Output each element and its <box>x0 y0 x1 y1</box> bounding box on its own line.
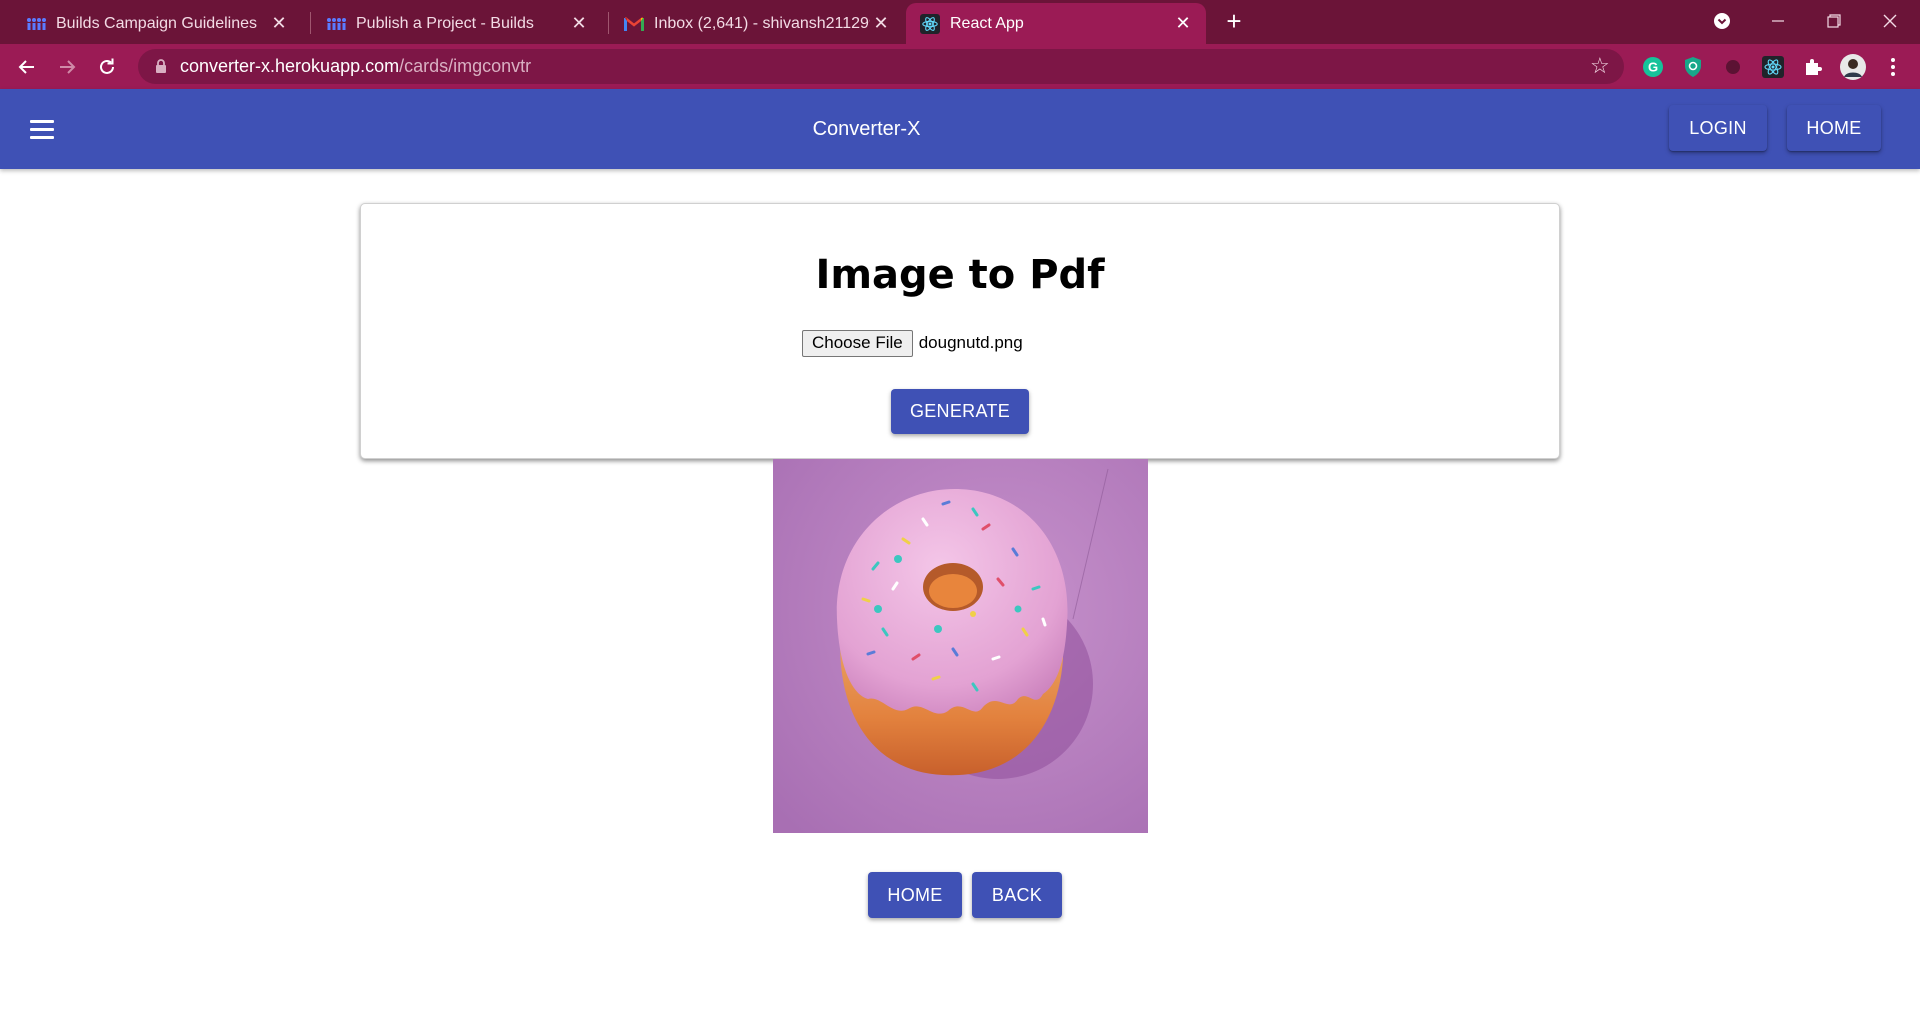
dark-extension-icon[interactable] <box>1720 54 1746 80</box>
close-window-icon[interactable] <box>1870 6 1910 36</box>
app-title: Converter-X <box>812 118 921 140</box>
grammarly-icon[interactable]: G <box>1640 54 1666 80</box>
donut-image <box>773 459 1148 833</box>
tab-title: Inbox (2,641) - shivansh211299@ <box>654 14 870 32</box>
tab-title: Publish a Project - Builds <box>356 14 534 32</box>
svg-text:G: G <box>1648 60 1658 75</box>
browser-tab-react-app[interactable]: React App ✕ <box>906 3 1206 44</box>
back-arrow-icon[interactable] <box>12 52 42 82</box>
browser-tab-publish-project[interactable]: Publish a Project - Builds ✕ <box>300 3 602 44</box>
restore-icon[interactable] <box>1814 6 1854 36</box>
forward-arrow-icon[interactable] <box>52 52 82 82</box>
shield-extension-icon[interactable] <box>1680 54 1706 80</box>
address-bar[interactable]: converter-x.herokuapp.com/cards/imgconvt… <box>138 49 1624 84</box>
image-preview <box>773 459 1148 833</box>
react-icon <box>920 13 940 34</box>
builds-icon <box>26 14 46 34</box>
minimize-icon[interactable] <box>1758 6 1798 36</box>
browser-tab-gmail[interactable]: Inbox (2,641) - shivansh211299@ ✕ <box>598 3 904 44</box>
tab-title: Builds Campaign Guidelines <box>56 14 257 32</box>
browser-toolbar: converter-x.herokuapp.com/cards/imgconvt… <box>0 44 1920 89</box>
choose-file-button[interactable]: Choose File <box>802 329 913 357</box>
builds-icon <box>326 14 346 34</box>
browser-menu-kebab-icon[interactable] <box>1880 54 1906 80</box>
generate-button[interactable]: GENERATE <box>891 389 1029 434</box>
gmail-icon <box>624 14 644 34</box>
new-tab-button[interactable]: + <box>1221 8 1247 35</box>
image-to-pdf-card: Image to Pdf Choose File dougnutd.png GE… <box>360 203 1560 459</box>
home-button[interactable]: HOME <box>868 872 962 918</box>
lock-icon[interactable] <box>152 58 170 76</box>
react-devtools-icon[interactable] <box>1760 54 1786 80</box>
close-tab-icon[interactable]: ✕ <box>268 13 290 35</box>
browser-tab-builds-guidelines[interactable]: Builds Campaign Guidelines ✕ <box>0 3 302 44</box>
url-path: /cards/imgconvtr <box>399 56 532 76</box>
app-bar: Converter-X LOGIN HOME <box>0 89 1920 169</box>
page-title: Image to Pdf <box>815 252 1105 298</box>
tab-title: React App <box>950 14 1024 32</box>
close-tab-icon[interactable]: ✕ <box>1172 13 1194 35</box>
login-button[interactable]: LOGIN <box>1669 105 1767 151</box>
profile-avatar[interactable] <box>1840 54 1866 80</box>
file-input[interactable]: Choose File dougnutd.png <box>802 329 1023 357</box>
extensions-puzzle-icon[interactable] <box>1800 54 1826 80</box>
url-host: converter-x.herokuapp.com <box>180 56 400 76</box>
reload-icon[interactable] <box>92 52 122 82</box>
tab-search-icon[interactable] <box>1702 6 1742 36</box>
bookmark-star-icon[interactable]: ☆ <box>1590 55 1612 78</box>
home-nav-button[interactable]: HOME <box>1787 105 1881 151</box>
close-tab-icon[interactable]: ✕ <box>870 13 892 35</box>
close-tab-icon[interactable]: ✕ <box>568 13 590 35</box>
back-button[interactable]: BACK <box>972 872 1062 918</box>
selected-file-name: dougnutd.png <box>918 333 1023 352</box>
browser-tab-bar: Builds Campaign Guidelines ✕ Publish a P… <box>0 0 1920 44</box>
